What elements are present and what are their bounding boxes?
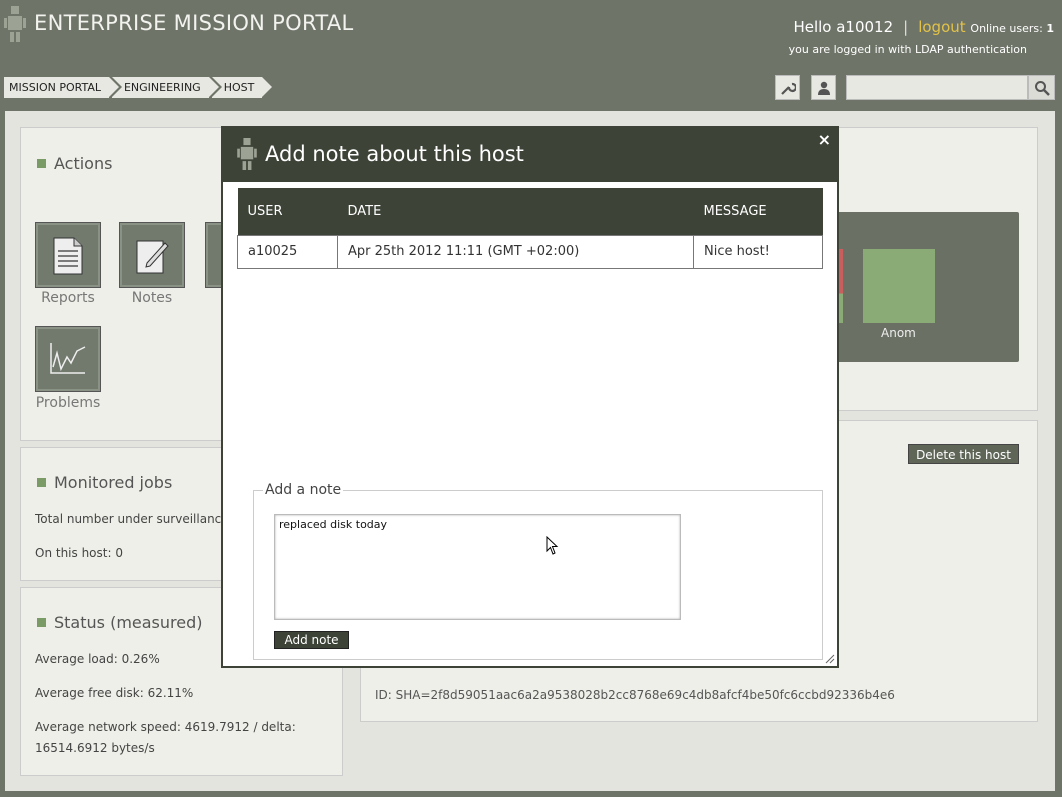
host-id: ID: SHA=2f8d59051aac6a2a9538028b2cc8768e… xyxy=(375,688,895,702)
resize-grip-icon[interactable] xyxy=(825,654,835,664)
robot-logo-icon xyxy=(237,138,257,170)
hello-text: Hello a10012 xyxy=(793,18,894,36)
user-profile-button[interactable] xyxy=(811,75,836,100)
cell-message: Nice host! xyxy=(693,234,823,269)
edit-note-icon xyxy=(136,240,169,274)
status-load: Average load: 0.26% xyxy=(35,652,160,666)
add-note-legend: Add a note xyxy=(263,482,344,498)
monitored-total: Total number under surveillanc xyxy=(35,512,222,526)
reports-label: Reports xyxy=(41,290,95,306)
column-user: USER xyxy=(237,188,338,235)
breadcrumb: MISSION PORTAL ENGINEERING HOST xyxy=(4,77,275,98)
dialog-title: Add note about this host xyxy=(265,142,524,166)
monitored-jobs-title: Monitored jobs xyxy=(37,473,172,492)
auth-note: you are logged in with LDAP authenticati… xyxy=(788,43,1027,56)
wrench-icon xyxy=(780,82,796,95)
column-message: MESSAGE xyxy=(693,188,823,235)
status-disk: Average free disk: 62.11% xyxy=(35,686,194,700)
settings-button[interactable] xyxy=(775,75,800,100)
note-textarea[interactable]: replaced disk today xyxy=(274,514,681,620)
status-title: Status (measured) xyxy=(37,613,203,632)
breadcrumb-engineering[interactable]: ENGINEERING xyxy=(111,77,222,98)
table-header-row: USER DATE MESSAGE xyxy=(237,188,823,235)
column-date: DATE xyxy=(337,188,694,235)
separator: | xyxy=(903,18,909,36)
notes-label: Notes xyxy=(131,290,173,306)
search-input[interactable] xyxy=(846,75,1028,100)
cell-date: Apr 25th 2012 11:11 (GMT +02:00) xyxy=(337,234,694,269)
mouse-cursor-icon xyxy=(546,536,559,555)
dialog-header: Add note about this host × xyxy=(223,128,837,182)
logout-link[interactable]: logout xyxy=(918,18,965,36)
close-icon[interactable]: × xyxy=(818,130,831,149)
search-button[interactable] xyxy=(1028,75,1055,100)
status-network: Average network speed: 4619.7912 / delta… xyxy=(35,720,296,755)
monitored-host: On this host: 0 xyxy=(35,546,123,560)
cell-user: a10025 xyxy=(237,234,338,269)
anomaly-label: Anom xyxy=(881,326,916,340)
app-title: ENTERPRISE MISSION PORTAL xyxy=(34,11,354,35)
actions-title: Actions xyxy=(37,154,112,173)
add-note-button[interactable]: Add note xyxy=(274,631,349,649)
search-icon xyxy=(1034,81,1050,96)
add-note-fieldset: Add a note replaced disk today Add note xyxy=(253,482,823,660)
notes-table: USER DATE MESSAGE a10025 Apr 25th 2012 1… xyxy=(237,188,823,269)
document-icon xyxy=(53,237,83,275)
add-note-dialog: Add note about this host × USER DATE MES… xyxy=(221,126,839,668)
user-icon xyxy=(817,81,830,95)
user-info: Hello a10012 | logout Online users: 1 xyxy=(793,18,1054,36)
problems-label: Problems xyxy=(35,395,101,411)
delete-host-button[interactable]: Delete this host xyxy=(908,444,1019,464)
online-users: Online users: 1 xyxy=(970,22,1054,35)
anomaly-bar[interactable] xyxy=(863,249,935,323)
problems-button[interactable] xyxy=(35,326,101,392)
notes-button[interactable] xyxy=(119,222,185,288)
table-row: a10025 Apr 25th 2012 11:11 (GMT +02:00) … xyxy=(237,234,823,269)
reports-button[interactable] xyxy=(35,222,101,288)
line-chart-icon xyxy=(50,343,86,374)
breadcrumb-mission-portal[interactable]: MISSION PORTAL xyxy=(4,77,122,98)
robot-logo-icon xyxy=(4,6,26,42)
